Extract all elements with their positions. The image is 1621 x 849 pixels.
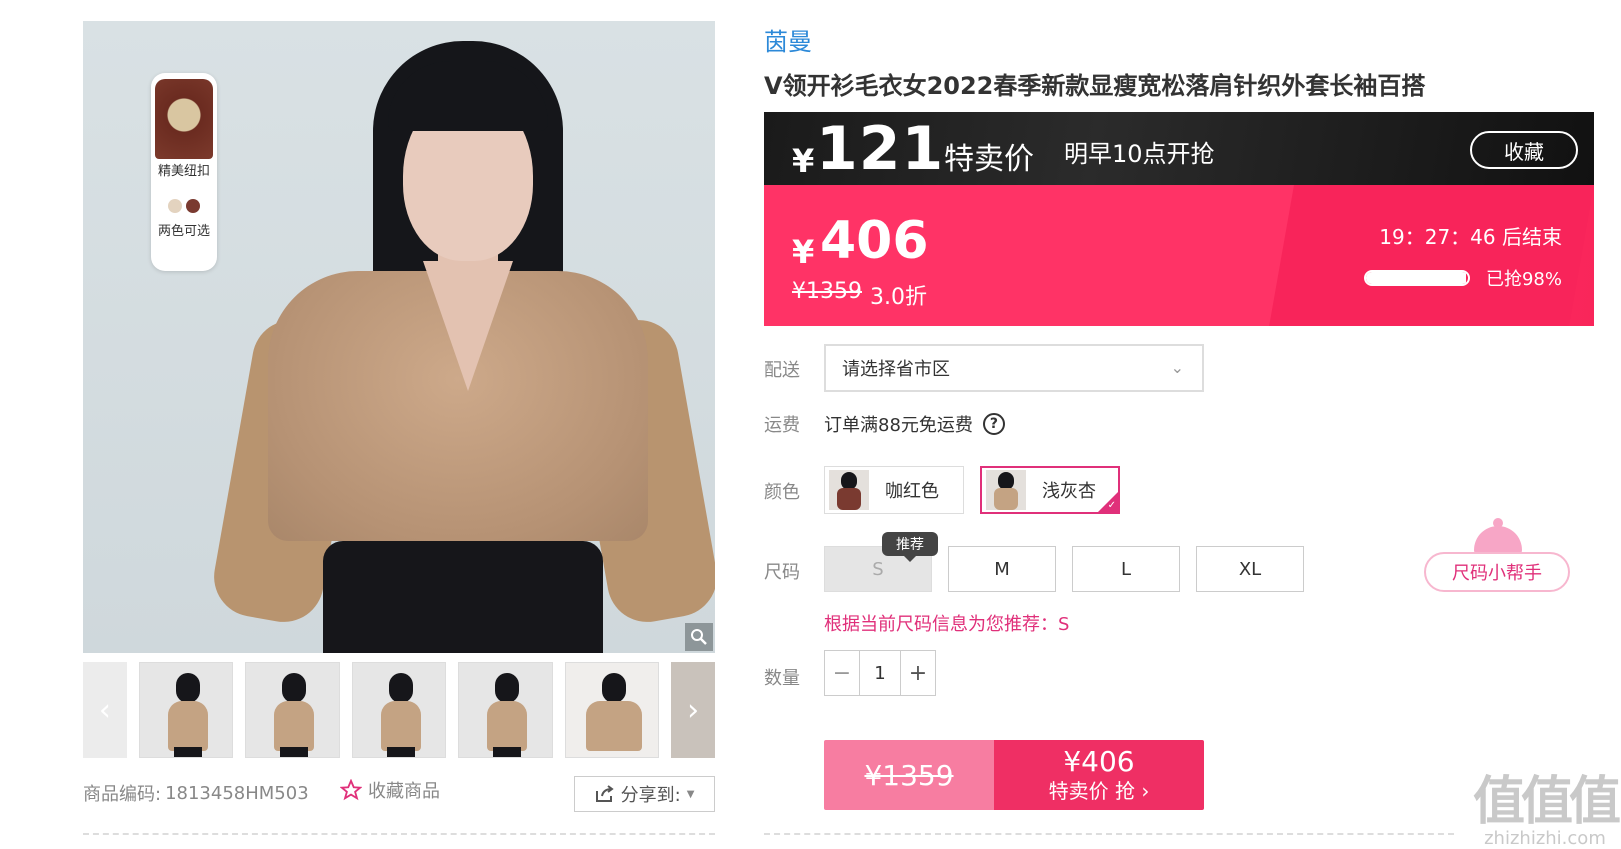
magnifier-icon[interactable] — [685, 623, 713, 651]
shipping-info: 订单满88元免运费 ? — [824, 411, 1005, 437]
region-select[interactable]: 请选择省市区 ⌄ — [824, 344, 1204, 392]
sold-progress: 已抢98% — [1363, 265, 1562, 291]
buy-button[interactable]: ¥1359 ¥406 特卖价 抢 › — [824, 740, 1204, 810]
chevron-left-icon: ‹ — [98, 692, 111, 728]
favorite-product-link[interactable]: 收藏商品 — [340, 777, 440, 803]
thumbnail[interactable] — [351, 662, 447, 758]
thumbnail[interactable] — [458, 662, 553, 758]
chevron-right-icon: › — [687, 692, 700, 728]
progress-fill — [1365, 272, 1466, 284]
button-detail-image — [155, 79, 213, 159]
divider — [764, 833, 1454, 835]
flash-currency: ¥ — [792, 142, 815, 180]
quantity-input[interactable]: 1 — [859, 651, 901, 695]
minus-button[interactable]: − — [825, 651, 859, 695]
color-thumb — [829, 470, 869, 510]
recommend-tag: 推荐 — [882, 532, 938, 562]
model-vneck — [423, 261, 513, 391]
thumbnail[interactable] — [138, 662, 234, 758]
original-price: ¥1359 — [792, 279, 862, 304]
feature-label-colors: 两色可选 — [157, 224, 210, 239]
color-option-label: 浅灰杏 — [1042, 481, 1096, 502]
watermark-url: zhizhizhi.com — [1484, 828, 1606, 849]
progress-track — [1363, 270, 1470, 286]
brand-link[interactable]: 茵曼 — [764, 22, 812, 57]
feature-label-buttons: 精美纽扣 — [157, 164, 210, 179]
delivery-label: 配送 — [764, 360, 800, 381]
chevron-down-icon: ⌄ — [1170, 358, 1184, 377]
product-code: 商品编码: 1813458HM503 — [83, 780, 309, 806]
discount-label: 3.0折 — [870, 285, 927, 310]
color-option[interactable]: 咖红色 — [824, 466, 964, 514]
collect-button[interactable]: 收藏 — [1470, 131, 1578, 169]
star-icon — [340, 779, 362, 801]
product-code-value: 1813458HM503 — [165, 782, 309, 804]
thumb-prev-button[interactable]: ‹ — [83, 662, 127, 758]
help-icon[interactable]: ? — [982, 413, 1005, 435]
color-option-label: 咖红色 — [885, 481, 939, 502]
color-dot-light — [168, 199, 182, 213]
size-label: 尺码 — [764, 562, 800, 583]
watermark: 值值值 zhizhizhi.com — [1472, 772, 1621, 849]
thumbnail[interactable] — [245, 662, 340, 758]
flash-start-time: 明早10点开抢 — [1064, 140, 1215, 168]
region-placeholder: 请选择省市区 — [842, 359, 950, 380]
current-price: 406 — [820, 211, 929, 271]
size-helper-button[interactable]: 尺码小帮手 — [1424, 552, 1570, 592]
buy-original-price: ¥1359 — [824, 740, 994, 810]
size-option-l[interactable]: L — [1072, 546, 1180, 592]
plus-button[interactable]: + — [901, 651, 935, 695]
thumb-next-button[interactable]: › — [671, 662, 716, 758]
buy-price: ¥406 — [1063, 745, 1135, 778]
color-option-selected[interactable]: 浅灰杏 ✓ — [980, 466, 1120, 514]
share-label: 分享到: — [620, 785, 681, 806]
thumbnail-strip: ‹ › — [83, 662, 716, 758]
divider — [83, 833, 715, 835]
caret-down-icon: ▼ — [686, 788, 695, 800]
buy-action: ¥406 特卖价 抢 › — [994, 740, 1204, 810]
current-currency: ¥ — [792, 233, 815, 271]
quantity-stepper: − 1 + — [824, 650, 936, 696]
size-option-xl[interactable]: XL — [1196, 546, 1304, 592]
countdown-timer: 19：27：46 后结束 — [1379, 225, 1562, 249]
panel-stripe — [1269, 185, 1594, 326]
size-option-m[interactable]: M — [948, 546, 1056, 592]
share-button[interactable]: 分享到: ▼ — [574, 776, 715, 812]
thumbnail[interactable] — [564, 662, 660, 758]
color-dots — [151, 199, 217, 213]
sold-label: 已抢98% — [1485, 269, 1562, 290]
quantity-label: 数量 — [764, 668, 800, 689]
flash-sale-banner: ¥ 121 特卖价 明早10点开抢 收藏 — [764, 112, 1594, 185]
feature-badge: 精美纽扣 两色可选 — [151, 73, 217, 271]
main-product-image[interactable]: 精美纽扣 两色可选 — [83, 21, 715, 653]
check-icon: ✓ — [1107, 500, 1116, 511]
flash-price: 121 — [816, 114, 945, 184]
size-recommendation: 根据当前尺码信息为您推荐：S — [824, 614, 1070, 635]
color-thumb — [986, 470, 1026, 510]
favorite-label: 收藏商品 — [368, 781, 440, 802]
model-legs — [323, 541, 603, 653]
color-dot-dark — [186, 199, 200, 213]
share-icon — [595, 785, 614, 802]
color-label: 颜色 — [764, 482, 800, 503]
shipping-label: 运费 — [764, 415, 800, 436]
shipping-text: 订单满88元免运费 — [824, 415, 973, 436]
watermark-logo: 值值值 — [1472, 772, 1621, 832]
buy-label: 特卖价 抢 › — [1048, 779, 1150, 803]
product-code-label: 商品编码: — [83, 784, 162, 805]
price-panel: ¥ 406 ¥1359 3.0折 19：27：46 后结束 已抢98% — [764, 185, 1594, 326]
flash-price-label: 特卖价 — [944, 142, 1034, 177]
product-title: V领开衫毛衣女2022春季新款显瘦宽松落肩针织外套长袖百搭 — [764, 72, 1426, 100]
